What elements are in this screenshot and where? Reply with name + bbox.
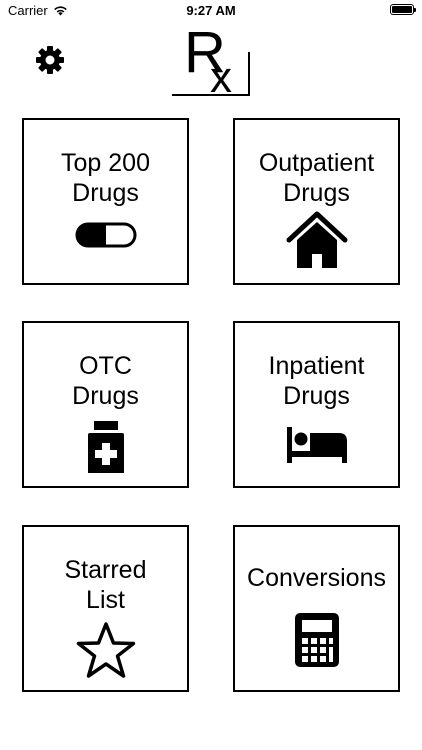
tile-label: Inpatient Drugs [235, 351, 398, 411]
tile-label-line1: Starred [64, 556, 147, 584]
tile-label: Starred List [24, 555, 187, 615]
pill-capsule-icon [75, 222, 137, 248]
starred-list-tile[interactable]: Starred List [22, 525, 189, 692]
gear-icon [36, 46, 64, 74]
battery-icon [390, 4, 416, 15]
tile-label-line1: Outpatient [258, 149, 375, 177]
tile-label-line2: Drugs [283, 382, 350, 410]
tile-label: Top 200 Drugs [24, 148, 187, 208]
tile-label-line1: Conversions [247, 564, 386, 592]
rx-logo: R x [170, 18, 252, 102]
calculator-icon [293, 611, 341, 669]
tile-label: Outpatient Drugs [235, 148, 398, 208]
star-icon [75, 621, 137, 681]
tile-label: OTC Drugs [24, 351, 187, 411]
status-time: 9:27 AM [186, 3, 236, 18]
outpatient-drugs-tile[interactable]: Outpatient Drugs [233, 118, 400, 285]
top-200-drugs-tile[interactable]: Top 200 Drugs [22, 118, 189, 285]
tile-label-line2: Drugs [72, 382, 139, 410]
tile-label: Conversions [235, 563, 398, 593]
tile-label-line1: OTC [79, 352, 132, 380]
conversions-tile[interactable]: Conversions [233, 525, 400, 692]
otc-drugs-tile[interactable]: OTC Drugs [22, 321, 189, 488]
tile-label-line2: Drugs [72, 179, 139, 207]
tile-label-line1: Top 200 [61, 149, 150, 177]
inpatient-drugs-tile[interactable]: Inpatient Drugs [233, 321, 400, 488]
medicine-bottle-icon [84, 419, 128, 475]
tile-label-line1: Inpatient [268, 352, 365, 380]
house-icon [286, 210, 348, 272]
tile-label-line2: Drugs [283, 179, 350, 207]
bed-icon [285, 425, 349, 465]
tile-label-line2: List [86, 586, 125, 614]
svg-text:x: x [210, 53, 232, 98]
settings-button[interactable] [30, 40, 70, 80]
